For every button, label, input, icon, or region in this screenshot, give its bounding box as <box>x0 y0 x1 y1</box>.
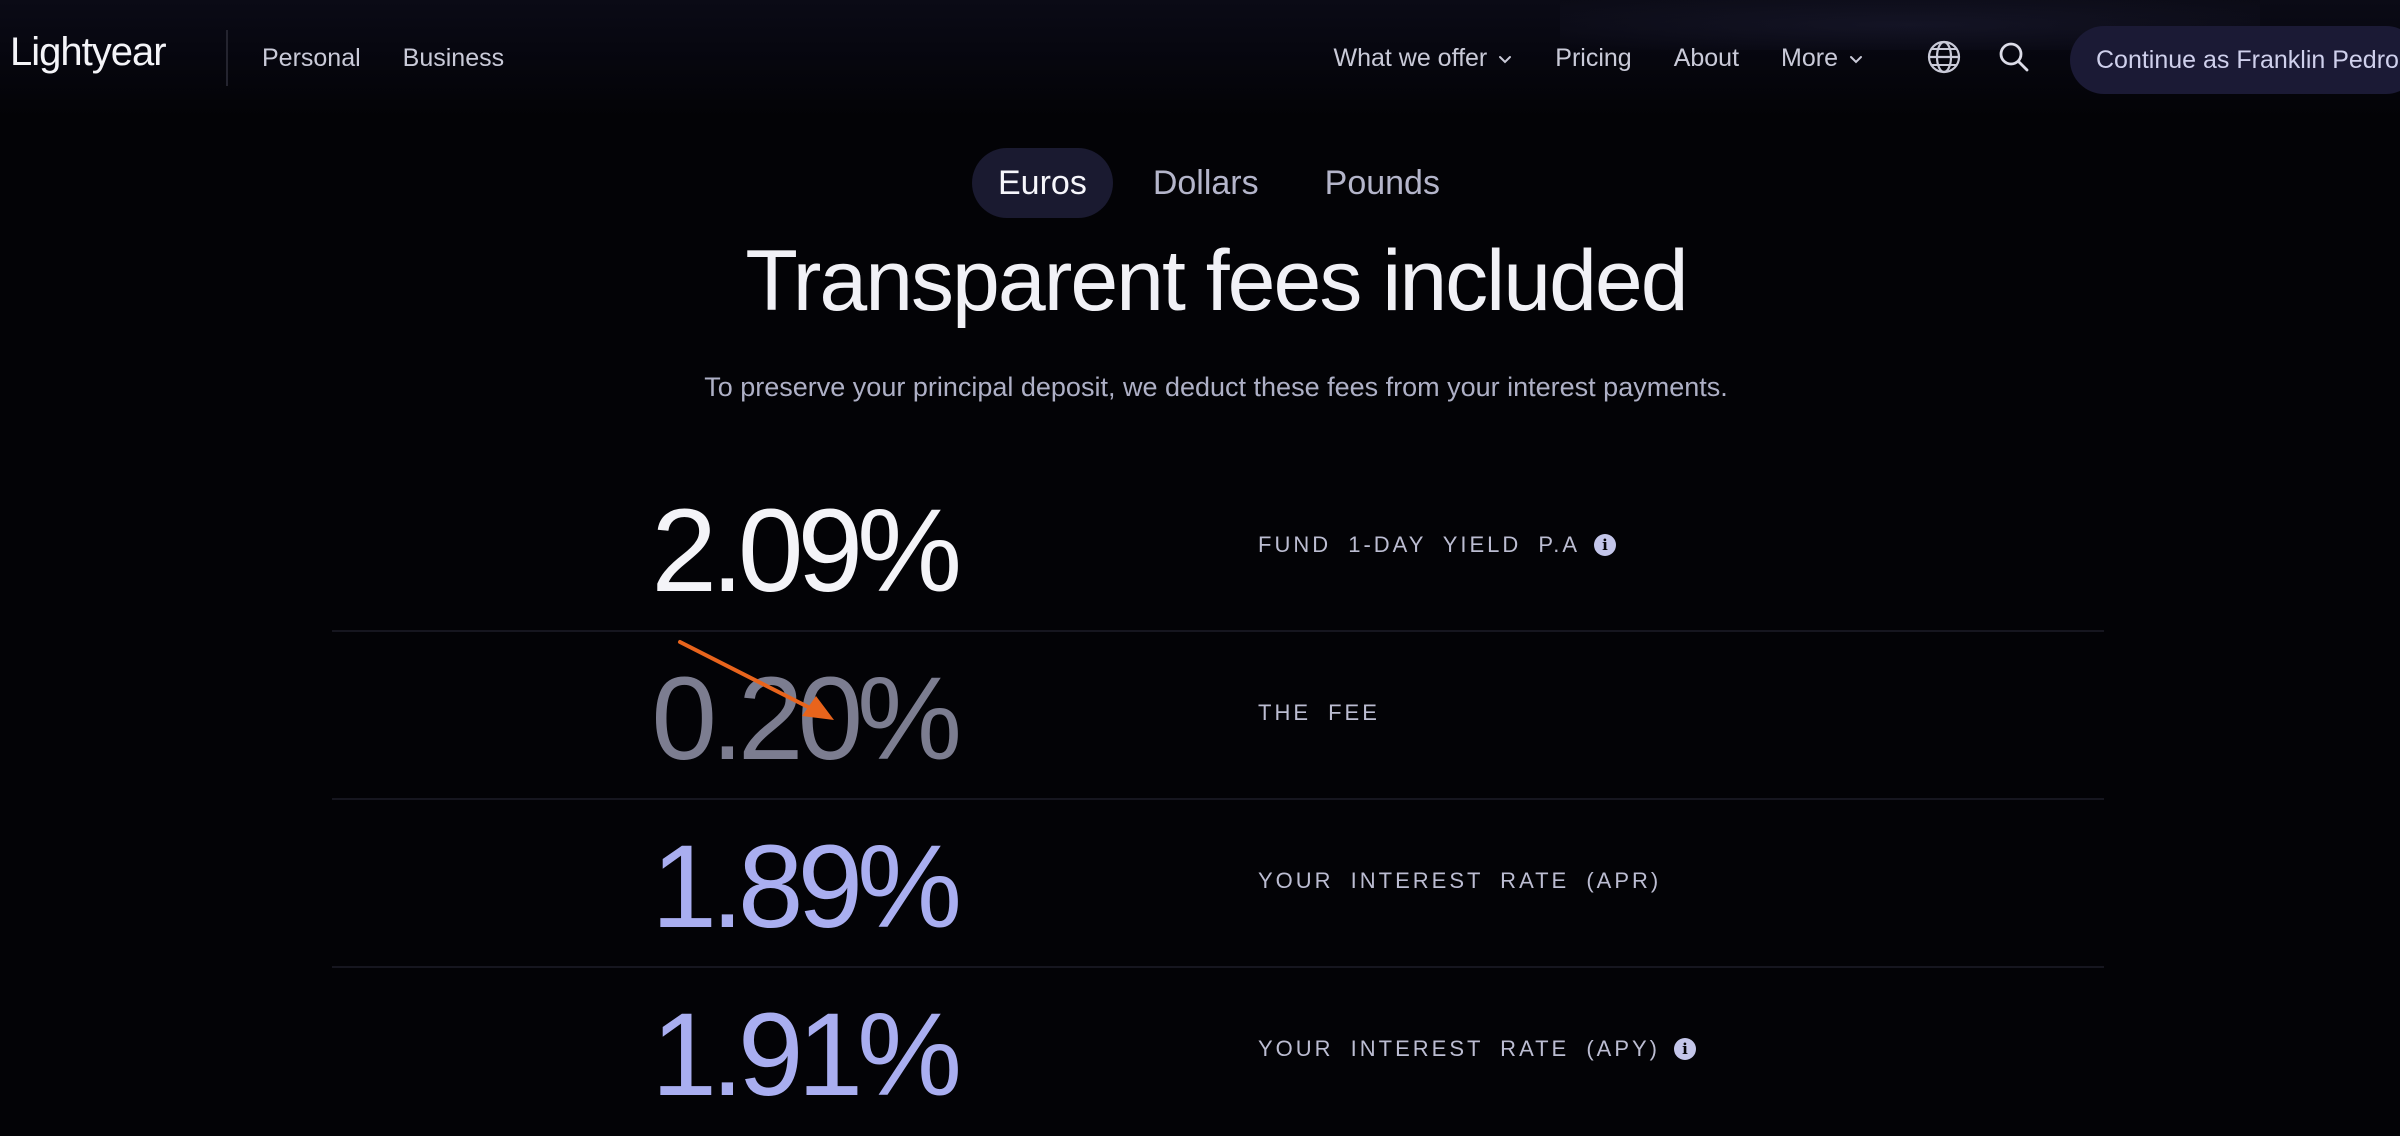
page-title: Transparent fees included <box>745 233 1688 329</box>
rate-row-apr: 1.89% YOUR INTEREST RATE (APR) <box>332 800 2104 968</box>
rate-label-text: YOUR INTEREST RATE (APR) <box>1258 868 1662 893</box>
rate-label-fund-yield: FUND 1-DAY YIELD P.A i <box>1258 532 1617 558</box>
nav-more[interactable]: More <box>1781 44 1864 73</box>
currency-tabs: Euros Dollars Pounds <box>972 148 1466 218</box>
tab-dollars[interactable]: Dollars <box>1127 148 1285 218</box>
continue-as-user-button[interactable]: Continue as Franklin Pedro <box>2070 26 2400 94</box>
language-button[interactable] <box>1925 38 1963 76</box>
nav-more-label: More <box>1781 44 1838 72</box>
nav-about[interactable]: About <box>1674 44 1739 73</box>
nav-pricing[interactable]: Pricing <box>1555 44 1631 73</box>
rate-label-apy: YOUR INTEREST RATE (APY) i <box>1258 1036 1697 1062</box>
logo[interactable]: Lightyear <box>10 30 167 75</box>
rate-label-apr: YOUR INTEREST RATE (APR) <box>1258 868 1661 894</box>
nav-business[interactable]: Business <box>403 44 504 73</box>
chevron-down-icon <box>1499 55 1512 63</box>
rate-row-fee: 0.20% THE FEE <box>332 632 2104 800</box>
logo-divider <box>226 30 228 86</box>
rate-row-fund-yield: 2.09% FUND 1-DAY YIELD P.A i <box>332 464 2104 632</box>
rate-label-text: THE FEE <box>1258 700 1380 725</box>
search-icon <box>1999 42 2029 72</box>
tab-pounds[interactable]: Pounds <box>1299 148 1466 218</box>
nav-personal[interactable]: Personal <box>262 44 361 73</box>
nav-what-we-offer[interactable]: What we offer <box>1333 44 1513 73</box>
info-icon[interactable]: i <box>1594 534 1617 556</box>
rate-label-text: FUND 1-DAY YIELD P.A <box>1258 532 1581 557</box>
rate-label-text: YOUR INTEREST RATE (APY) <box>1258 1036 1661 1061</box>
rates-table: 2.09% FUND 1-DAY YIELD P.A i 0.20% THE F… <box>332 464 2104 1136</box>
rate-value: 2.09% <box>651 485 962 617</box>
page-subtitle: To preserve your principal deposit, we d… <box>704 372 1728 402</box>
chevron-down-icon <box>1850 55 1862 63</box>
site-header: Lightyear Personal Business What we offe… <box>0 0 2400 118</box>
info-icon[interactable]: i <box>1674 1038 1697 1060</box>
globe-icon <box>1927 40 1961 74</box>
secondary-nav: What we offer Pricing About More <box>1333 44 1864 73</box>
rate-value: 1.89% <box>651 821 962 953</box>
tab-euros[interactable]: Euros <box>972 148 1113 218</box>
nav-what-we-offer-label: What we offer <box>1333 44 1488 72</box>
annotation-arrow-icon <box>678 640 834 720</box>
rate-label-fee: THE FEE <box>1258 700 1380 726</box>
rate-row-apy: 1.91% YOUR INTEREST RATE (APY) i <box>332 968 2104 1136</box>
search-button[interactable] <box>1995 38 2033 76</box>
rate-value: 1.91% <box>651 989 962 1121</box>
primary-nav: Personal Business <box>262 44 504 73</box>
